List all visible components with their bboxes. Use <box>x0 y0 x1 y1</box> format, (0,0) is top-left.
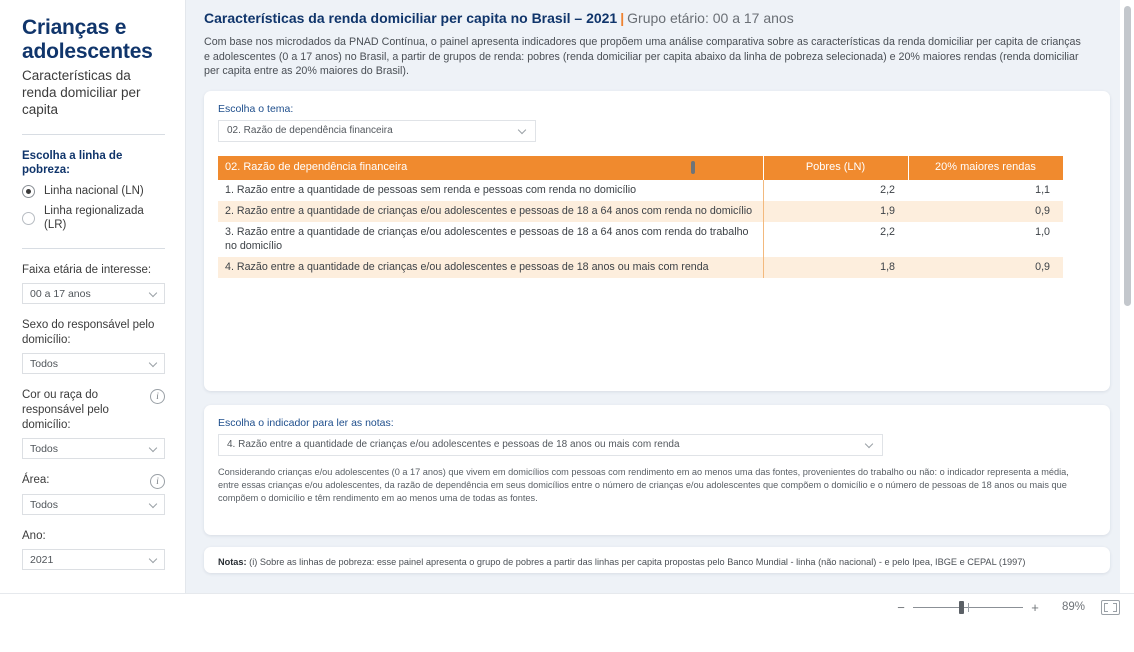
table-cell-maiores: 0,9 <box>908 200 1063 222</box>
table-cell-pobres: 1,9 <box>763 200 908 222</box>
radio-button-icon-selected[interactable] <box>22 184 35 198</box>
table-row[interactable]: 3. Razão entre a quantidade de crianças … <box>218 221 1063 257</box>
notes-description: Considerando crianças e/ou adolescentes … <box>218 466 1069 503</box>
filter-cor-raca: Cor ou raça do responsável pelo domicíli… <box>22 388 165 459</box>
page-title-separator: | <box>620 10 625 26</box>
sidebar-divider-2 <box>22 248 165 249</box>
zoom-out-button[interactable]: − <box>895 601 907 614</box>
radio-linha-regionalizada[interactable]: Linha regionalizada (LR) <box>22 204 165 232</box>
column-resize-handle[interactable] <box>690 160 695 174</box>
table-header-row: 02. Razão de dependência financeira Pobr… <box>218 155 1064 180</box>
notes-indicator-select[interactable]: 4. Razão entre a quantidade de crianças … <box>218 433 883 456</box>
filter-label-faixa-etaria: Faixa etária de interesse: <box>22 264 152 276</box>
table-row[interactable]: 4. Razão entre a quantidade de crianças … <box>218 256 1063 278</box>
table-cell-pobres: 1,8 <box>763 256 908 278</box>
theme-select-label: Escolha o tema: <box>218 102 294 115</box>
chevron-down-icon <box>149 359 158 368</box>
table-cell-indicator: 3. Razão entre a quantidade de crianças … <box>218 221 764 257</box>
select-value-sexo: Todos <box>30 357 59 370</box>
brand-title: Crianças e adolescentes <box>22 16 153 63</box>
brand-subtitle: Características da renda domiciliar per … <box>22 68 141 117</box>
theme-select[interactable]: 02. Razão de dependência financeira <box>218 119 536 142</box>
theme-select-value: 02. Razão de dependência financeira <box>227 125 393 136</box>
scrollbar-thumb[interactable] <box>1124 6 1131 306</box>
chevron-down-icon <box>149 500 158 509</box>
table-row[interactable]: 2. Razão entre a quantidade de crianças … <box>218 200 1063 222</box>
table-cell-maiores: 1,0 <box>1035 225 1050 238</box>
zoom-slider-thumb[interactable] <box>959 600 964 614</box>
filter-label-area: Área: i <box>22 473 165 489</box>
radio-linha-nacional[interactable]: Linha nacional (LN) <box>22 184 165 198</box>
chevron-down-icon <box>149 289 158 298</box>
chevron-down-icon <box>518 126 527 135</box>
select-ano[interactable]: 2021 <box>22 549 165 570</box>
report-container: Crianças e adolescentes Características … <box>0 0 1134 620</box>
select-value-ano: 2021 <box>30 553 54 566</box>
zoom-slider[interactable] <box>913 600 1023 614</box>
table-header-indicator[interactable]: 02. Razão de dependência financeira <box>218 155 764 180</box>
main-content: Características da renda domiciliar per … <box>186 0 1120 593</box>
radio-label-regionalizada: Linha regionalizada (LR) <box>44 205 144 231</box>
poverty-line-label: Escolha a linha de pobreza: <box>22 150 123 176</box>
filter-label-cor-raca: Cor ou raça do responsável pelo domicíli… <box>22 388 165 433</box>
notes-select-value: 4. Razão entre a quantidade de crianças … <box>227 439 680 450</box>
report-canvas: Crianças e adolescentes Características … <box>0 0 1120 593</box>
zoom-in-button[interactable]: + <box>1029 601 1041 614</box>
info-icon[interactable]: i <box>150 474 165 489</box>
zoom-slider-tick <box>968 602 969 612</box>
table-cell-indicator: 4. Razão entre a quantidade de crianças … <box>218 256 764 278</box>
select-sexo-responsavel[interactable]: Todos <box>22 353 165 374</box>
filter-label-ano: Ano: <box>22 530 46 542</box>
table-cell-maiores: 0,9 <box>908 256 1063 278</box>
page-title-suffix: Grupo etário: 00 a 17 anos <box>627 10 794 26</box>
table-cell-indicator: 2. Razão entre a quantidade de crianças … <box>218 200 764 222</box>
notes-select-label: Escolha o indicador para ler as notas: <box>218 416 394 429</box>
sidebar: Crianças e adolescentes Características … <box>0 0 186 593</box>
table-cell-maiores: 1,1 <box>1035 183 1050 196</box>
page-title-year: 2021 <box>586 10 618 26</box>
notes-card: Escolha o indicador para ler as notas: 4… <box>204 404 1110 535</box>
footnote-text: Notas: (i) Sobre as linhas de pobreza: e… <box>218 556 1096 569</box>
chevron-down-icon <box>865 440 874 449</box>
table-cell-indicator: 1. Razão entre a quantidade de pessoas s… <box>218 179 764 201</box>
page-title: Características da renda domiciliar per … <box>204 9 1110 27</box>
filter-label-sexo: Sexo do responsável pelo domicílio: <box>22 319 155 346</box>
radio-button-icon[interactable] <box>22 211 35 225</box>
select-area[interactable]: Todos <box>22 494 165 515</box>
select-value-area: Todos <box>30 498 59 511</box>
select-faixa-etaria[interactable]: 00 a 17 anos <box>22 283 165 304</box>
footnote-body: (i) Sobre as linhas de pobreza: esse pai… <box>246 556 1026 567</box>
footnote-prefix: Notas: <box>218 556 247 567</box>
select-value-faixa-etaria: 00 a 17 anos <box>30 287 91 300</box>
page-description: Com base nos microdados da PNAD Contínua… <box>204 36 1081 77</box>
fit-to-screen-icon[interactable] <box>1101 599 1120 615</box>
filter-sexo-responsavel: Sexo do responsável pelo domicílio: Todo… <box>22 318 165 374</box>
page-title-main: Características da renda domiciliar per … <box>204 10 583 26</box>
filter-faixa-etaria: Faixa etária de interesse: 00 a 17 anos <box>22 263 165 304</box>
chevron-down-icon <box>149 444 158 453</box>
footnote-card: Notas: (i) Sobre as linhas de pobreza: e… <box>204 546 1110 573</box>
filter-area: Área: i Todos <box>22 473 165 515</box>
table-cell-pobres: 2,2 <box>880 225 895 238</box>
select-value-cor-raca: Todos <box>30 442 59 455</box>
indicators-table: 02. Razão de dependência financeira Pobr… <box>218 155 1064 278</box>
filter-ano: Ano: 2021 <box>22 529 165 570</box>
table-cell-pobres: 2,2 <box>880 183 895 196</box>
zoom-bar: − + 89% <box>0 593 1134 620</box>
table-header-pobres[interactable]: Pobres (LN) <box>763 155 909 180</box>
zoom-percentage: 89% <box>1061 601 1085 613</box>
theme-card: Escolha o tema: 02. Razão de dependência… <box>204 90 1110 391</box>
table-row[interactable]: 1. Razão entre a quantidade de pessoas s… <box>218 179 1063 201</box>
sidebar-divider <box>22 134 165 135</box>
select-cor-raca[interactable]: Todos <box>22 438 165 459</box>
radio-label-nacional: Linha nacional (LN) <box>44 185 144 197</box>
chevron-down-icon <box>149 555 158 564</box>
table-header-maiores[interactable]: 20% maiores rendas <box>908 155 1064 180</box>
vertical-scrollbar[interactable] <box>1123 4 1132 593</box>
info-icon[interactable]: i <box>150 389 165 404</box>
